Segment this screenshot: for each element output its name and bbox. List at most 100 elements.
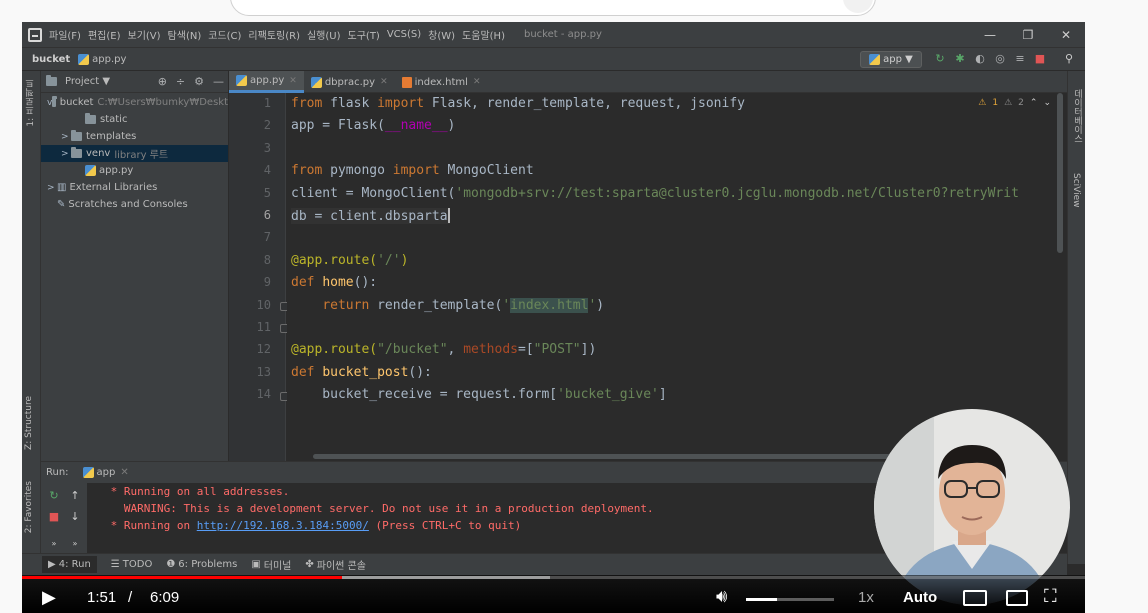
project-tool-tab[interactable]: 1: 프로젝트 bbox=[24, 79, 37, 127]
sciview-tool-tab[interactable]: SciView bbox=[1071, 173, 1081, 208]
maximize-button[interactable]: ❐ bbox=[1009, 28, 1047, 42]
tab-app-py[interactable]: app.py ✕ bbox=[229, 71, 304, 93]
run-icon[interactable]: ↻ bbox=[933, 52, 947, 66]
editor-hscrollbar[interactable] bbox=[313, 454, 913, 459]
tree-item[interactable]: v bucket C:₩Users₩bumky₩Deskt bbox=[41, 94, 228, 111]
structure-tool-tab[interactable]: Z: Structure bbox=[24, 396, 34, 450]
close-tab-icon[interactable]: ✕ bbox=[289, 76, 297, 86]
stop-icon[interactable]: ■ bbox=[1033, 52, 1047, 66]
search-button[interactable] bbox=[843, 0, 873, 13]
tab-todo[interactable]: ☰ TODO bbox=[111, 559, 153, 570]
fullscreen-icon[interactable]: ⛶ bbox=[1044, 586, 1057, 607]
console-text: (Press CTRL+C to quit) bbox=[368, 519, 522, 532]
breadcrumb-file-label: app.py bbox=[92, 53, 127, 65]
code-editor[interactable]: from flask import Flask, render_template… bbox=[287, 93, 1067, 461]
rerun-icon[interactable]: ↻ bbox=[47, 489, 61, 503]
subtitles-icon[interactable] bbox=[963, 590, 987, 606]
breadcrumb-file[interactable]: app.py bbox=[78, 53, 127, 65]
tree-item[interactable]: > templates bbox=[41, 128, 228, 145]
more-icon[interactable]: » bbox=[68, 537, 82, 551]
down-icon[interactable]: ↓ bbox=[68, 510, 82, 524]
tree-item[interactable]: static bbox=[41, 111, 228, 128]
coverage-icon[interactable]: ◐ bbox=[973, 52, 987, 66]
playback-speed[interactable]: 1x bbox=[858, 589, 874, 606]
chevron-down-icon[interactable]: ⌄ bbox=[1043, 98, 1051, 108]
tree-item[interactable]: app.py bbox=[41, 162, 228, 179]
project-view-select[interactable]: Project ▼ bbox=[65, 76, 110, 87]
code-line: db = client.dbsparta bbox=[291, 208, 450, 224]
code-token: , bbox=[447, 342, 464, 358]
concurrency-icon[interactable]: ≡ bbox=[1013, 52, 1027, 66]
expand-icon[interactable]: » bbox=[47, 537, 61, 551]
database-tool-tab[interactable]: 데이터베이스 bbox=[1071, 89, 1084, 143]
editor-scrollbar[interactable] bbox=[1057, 93, 1063, 253]
code-line: return render_template('index.html') bbox=[291, 297, 604, 313]
tree-item[interactable]: ✎ Scratches and Consoles bbox=[41, 196, 228, 213]
gear-icon[interactable]: ⚙ bbox=[194, 75, 204, 88]
progress-bar[interactable] bbox=[22, 576, 1085, 579]
debug-icon[interactable]: ✱ bbox=[953, 52, 967, 66]
close-tab-icon[interactable]: ✕ bbox=[120, 467, 128, 478]
miniplayer-icon[interactable] bbox=[1006, 590, 1028, 606]
menu-refactor[interactable]: 리팩토링(R) bbox=[248, 27, 300, 42]
breadcrumb-project[interactable]: bucket bbox=[32, 54, 70, 65]
menu-help[interactable]: 도움말(H) bbox=[462, 27, 505, 42]
tab-dbprac-py[interactable]: dbprac.py ✕ bbox=[304, 71, 395, 93]
chevron-right-icon[interactable]: > bbox=[47, 183, 57, 193]
chevron-right-icon[interactable]: > bbox=[61, 132, 71, 142]
console-line: WARNING: This is a development server. D… bbox=[104, 502, 654, 515]
quality-setting[interactable]: Auto bbox=[903, 589, 937, 606]
tree-item[interactable]: > ▥ External Libraries bbox=[41, 179, 228, 196]
chevron-up-icon[interactable]: ⌃ bbox=[1030, 98, 1038, 108]
run-tab-label: app bbox=[96, 467, 116, 478]
tab-index-html[interactable]: index.html ✕ bbox=[395, 71, 488, 93]
inspection-widget[interactable]: ⚠ 1 ⚠ 2 ⌃ ⌄ bbox=[978, 98, 1051, 108]
folder-icon bbox=[52, 96, 58, 107]
menu-view[interactable]: 보기(V) bbox=[128, 27, 161, 42]
favorites-tool-tab[interactable]: 2: Favorites bbox=[24, 481, 34, 533]
tab-label: 6: Problems bbox=[178, 559, 238, 570]
video-player[interactable]: 파일(F) 편집(E) 보기(V) 탐색(N) 코드(C) 리팩토링(R) 실행… bbox=[22, 22, 1085, 613]
menu-vcs[interactable]: VCS(S) bbox=[387, 29, 421, 40]
code-token: from bbox=[291, 163, 323, 179]
console-text: * Running on bbox=[104, 519, 197, 532]
volume-icon[interactable]: 🔊︎ bbox=[716, 586, 727, 607]
close-tab-icon[interactable]: ✕ bbox=[473, 77, 481, 87]
minimize-button[interactable]: — bbox=[971, 28, 1009, 42]
tab-run[interactable]: ▶ 4: Run bbox=[42, 556, 97, 573]
menu-code[interactable]: 코드(C) bbox=[208, 27, 241, 42]
tab-terminal[interactable]: ▣ 터미널 bbox=[251, 557, 291, 572]
pycharm-logo-icon bbox=[28, 27, 42, 42]
profile-icon[interactable]: ◎ bbox=[993, 52, 1007, 66]
menu-window[interactable]: 창(W) bbox=[428, 27, 455, 42]
up-icon[interactable]: ↑ bbox=[68, 489, 82, 503]
code-token: MongoClient bbox=[439, 163, 534, 179]
locate-icon[interactable]: ⊕ bbox=[158, 75, 167, 88]
tab-problems[interactable]: ❶ 6: Problems bbox=[166, 559, 237, 570]
search-icon[interactable]: ⚲ bbox=[1062, 52, 1076, 66]
close-button[interactable]: ✕ bbox=[1047, 28, 1085, 42]
volume-slider[interactable] bbox=[746, 598, 834, 601]
hide-icon[interactable]: — bbox=[213, 75, 224, 88]
menu-navigate[interactable]: 탐색(N) bbox=[168, 27, 202, 42]
run-config-select[interactable]: app ▼ bbox=[860, 51, 922, 68]
run-tab[interactable]: app ✕ bbox=[82, 467, 129, 478]
chevron-right-icon[interactable]: > bbox=[61, 149, 71, 159]
menu-edit[interactable]: 편집(E) bbox=[88, 27, 121, 42]
menu-run[interactable]: 실행(U) bbox=[307, 27, 341, 42]
code-token: home bbox=[322, 275, 354, 291]
play-button[interactable]: ▶ bbox=[42, 587, 56, 608]
browser-search-box[interactable] bbox=[230, 0, 876, 16]
stop-icon[interactable]: ■ bbox=[47, 510, 61, 524]
menu-file[interactable]: 파일(F) bbox=[49, 27, 81, 42]
python-file-icon bbox=[236, 75, 247, 86]
close-tab-icon[interactable]: ✕ bbox=[380, 77, 388, 87]
tree-item-label: External Libraries bbox=[69, 182, 158, 193]
tree-item[interactable]: > venv library 루트 bbox=[41, 145, 228, 162]
tab-python-console[interactable]: ✤ 파이썬 콘솔 bbox=[305, 557, 366, 572]
line-number: 7 bbox=[263, 230, 271, 245]
server-url-link[interactable]: http://192.168.3.184:5000/ bbox=[197, 519, 369, 532]
menu-tools[interactable]: 도구(T) bbox=[348, 27, 380, 42]
collapse-icon[interactable]: ÷ bbox=[176, 75, 185, 88]
code-line: app = Flask(__name__) bbox=[291, 118, 455, 133]
